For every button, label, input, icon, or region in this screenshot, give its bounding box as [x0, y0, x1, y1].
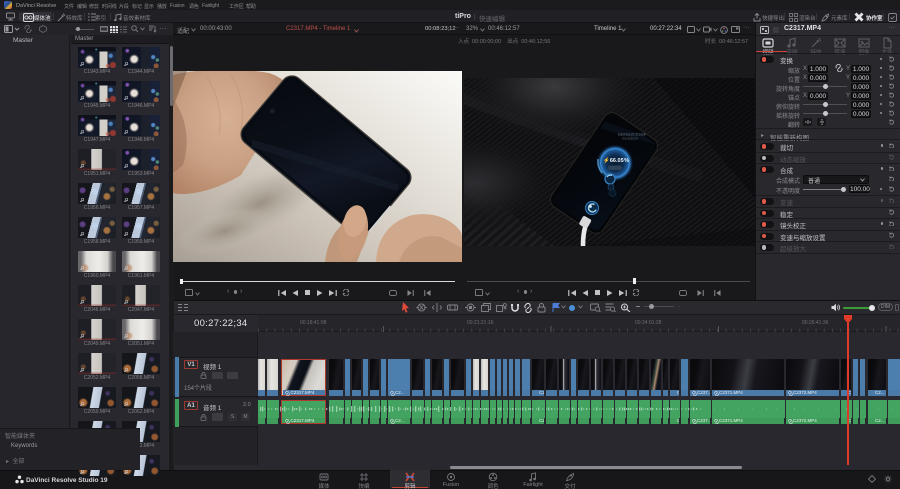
svg-text:⚡66.05 %: ⚡66.05 %: [603, 157, 629, 164]
svg-text:智能快充模式已开启保护: 智能快充模式已开启保护: [618, 133, 647, 137]
svg-text:预计充满时间: 预计充满时间: [622, 137, 638, 141]
